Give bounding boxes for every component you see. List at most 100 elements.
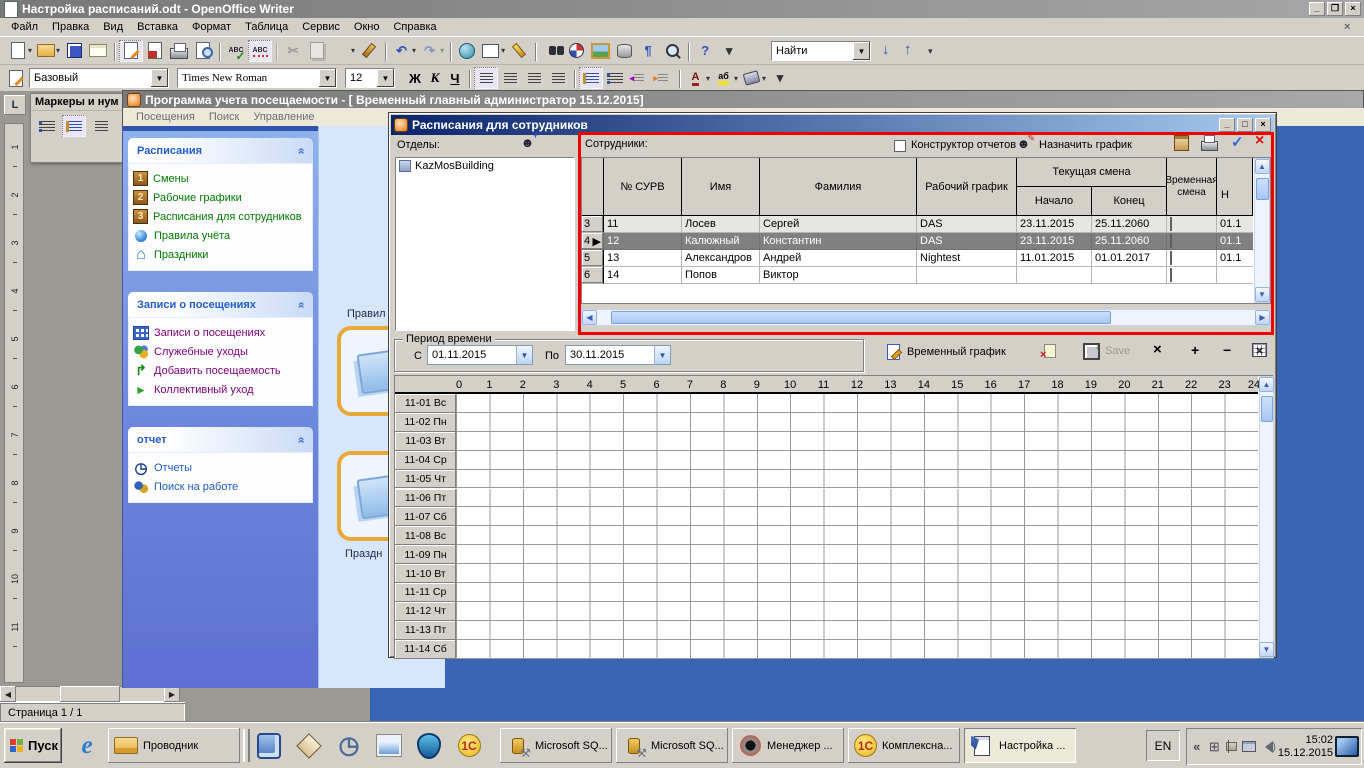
language-indicator[interactable]: EN: [1146, 730, 1180, 761]
clear-x-icon[interactable]: ×: [1153, 341, 1162, 358]
dropdown-icon[interactable]: ▼: [654, 346, 670, 364]
day-row[interactable]: [456, 470, 1258, 489]
report-builder-checkbox[interactable]: [894, 140, 906, 152]
writer-menu-item[interactable]: Правка: [45, 19, 96, 35]
undo-icon[interactable]: ↶▾: [390, 40, 418, 62]
day-row[interactable]: [456, 394, 1258, 413]
row-number-cell[interactable]: 5: [582, 250, 604, 267]
restore-icon[interactable]: ❐: [1327, 2, 1343, 16]
departments-listbox[interactable]: KazMosBuilding: [395, 157, 575, 331]
ie-icon[interactable]: e: [70, 730, 104, 761]
table-cell[interactable]: [1017, 267, 1092, 284]
export-pdf-icon[interactable]: [143, 40, 167, 62]
day-row[interactable]: [456, 602, 1258, 621]
data-sources-icon[interactable]: [612, 40, 636, 62]
font-size-combobox[interactable]: 12▼: [345, 68, 395, 88]
scroll-up-icon[interactable]: ▲: [1259, 377, 1274, 392]
taskbar-grip[interactable]: [243, 729, 250, 762]
dropdown-icon[interactable]: ▼: [516, 346, 532, 364]
department-person-icon[interactable]: [519, 134, 536, 150]
temp-shift-checkbox[interactable]: [1170, 217, 1172, 231]
table-cell[interactable]: Константин: [760, 233, 917, 250]
grid-vertical-scrollbar[interactable]: ▲ ▼: [1259, 376, 1274, 658]
print-icon[interactable]: [167, 40, 191, 62]
table-cell[interactable]: 23.11.2015: [1017, 216, 1092, 233]
day-row[interactable]: [456, 583, 1258, 602]
save-icon[interactable]: [62, 40, 86, 62]
vertical-ruler[interactable]: 1234567891011: [4, 123, 24, 683]
increase-indent-icon[interactable]: [651, 67, 675, 89]
table-cell[interactable]: 12: [604, 233, 682, 250]
table-cell[interactable]: 11.01.2015: [1017, 250, 1092, 267]
find-previous-icon[interactable]: ↑: [904, 41, 912, 58]
hyperlink-icon[interactable]: [455, 40, 479, 62]
table-cell[interactable]: 25.11.2060: [1092, 233, 1167, 250]
writer-menu-item[interactable]: Сервис: [295, 19, 347, 35]
sidebar-item[interactable]: ►Коллективный уход: [133, 380, 308, 399]
table-cell[interactable]: 11: [604, 216, 682, 233]
assign-schedule-icon[interactable]: [1015, 135, 1032, 151]
day-row[interactable]: [456, 545, 1258, 564]
sidebar-item[interactable]: Правила учёта: [133, 226, 308, 245]
numbering-icon[interactable]: [579, 67, 603, 89]
scroll-left-icon[interactable]: ◀: [582, 310, 597, 325]
table-cell[interactable]: Попов: [682, 267, 760, 284]
day-row[interactable]: [456, 451, 1258, 470]
day-row-header[interactable]: 11-01 Вс: [395, 394, 456, 413]
table-cell[interactable]: 25.11.2060: [1092, 216, 1167, 233]
task-button[interactable]: 1СКомплексна...: [848, 728, 960, 763]
column-header[interactable]: Имя: [682, 158, 760, 216]
dropdown-icon[interactable]: ▼: [151, 69, 168, 87]
table-cell[interactable]: 14: [604, 267, 682, 284]
bold-button[interactable]: Ж: [405, 71, 425, 86]
day-row[interactable]: [456, 621, 1258, 640]
table-row[interactable]: 4▶12КалюжныйКонстантинDAS23.11.201525.11…: [582, 233, 1253, 250]
sidebar-item[interactable]: ↱Добавить посещаемость: [133, 361, 308, 380]
table-cell[interactable]: Андрей: [760, 250, 917, 267]
temp-shift-cell[interactable]: [1167, 216, 1217, 233]
writer-menu-item[interactable]: Таблица: [238, 19, 295, 35]
image-icon[interactable]: [372, 730, 406, 761]
toolbar-options-icon[interactable]: ▾: [717, 40, 741, 62]
scroll-down-icon[interactable]: ▼: [1255, 287, 1270, 302]
bullets-icon[interactable]: [35, 115, 59, 137]
background-color-icon[interactable]: ▾: [740, 67, 768, 89]
table-cell[interactable]: 01.01.2017: [1092, 250, 1167, 267]
1c-icon[interactable]: 1С: [452, 730, 486, 761]
app-menu-item[interactable]: Поиск: [202, 109, 246, 125]
table-cell[interactable]: Лосев: [682, 216, 760, 233]
day-row-header[interactable]: 11-04 Ср: [395, 451, 456, 470]
styles-icon[interactable]: [6, 69, 25, 87]
day-row[interactable]: [456, 507, 1258, 526]
day-row-header[interactable]: 11-05 Чт: [395, 470, 456, 489]
row-number-cell[interactable]: 6: [582, 267, 604, 284]
align-left-icon[interactable]: [89, 115, 113, 137]
schedule-grid[interactable]: 0123456789101112131415161718192021222324…: [394, 375, 1273, 659]
day-row[interactable]: [456, 640, 1258, 659]
table-cell[interactable]: 01.1: [1217, 216, 1253, 233]
ruler-corner[interactable]: L: [4, 95, 26, 115]
writer-menu-item[interactable]: Окно: [347, 19, 387, 35]
scroll-down-icon[interactable]: ▼: [1259, 642, 1274, 657]
table-cell[interactable]: [917, 267, 1017, 284]
add-plus-icon[interactable]: +: [1191, 342, 1199, 358]
scroll-right-icon[interactable]: ▶: [1255, 310, 1270, 325]
day-row[interactable]: [456, 432, 1258, 451]
numbering-icon[interactable]: [62, 115, 86, 137]
app-menu-item[interactable]: Посещения: [129, 109, 202, 125]
horizontal-scrollbar[interactable]: ◀ ▶: [0, 686, 180, 702]
day-row-header[interactable]: 11-08 Вс: [395, 526, 456, 545]
edit-file-icon[interactable]: [119, 40, 143, 62]
window-panes-icon[interactable]: ⊞: [1207, 737, 1223, 756]
sub-column-header[interactable]: Конец: [1092, 187, 1167, 216]
period-to-datepicker[interactable]: 30.11.2015▼: [565, 345, 671, 365]
table-cell[interactable]: Nightest: [917, 250, 1017, 267]
table-cell[interactable]: Виктор: [760, 267, 917, 284]
tray-collapse-icon[interactable]: «: [1189, 737, 1205, 756]
writer-menu-item[interactable]: Формат: [185, 19, 238, 35]
decrease-indent-icon[interactable]: [627, 67, 651, 89]
temp-shift-checkbox[interactable]: [1170, 268, 1172, 282]
find-replace-icon[interactable]: [540, 40, 564, 62]
table-cell[interactable]: Калюжный: [682, 233, 760, 250]
column-header[interactable]: № СУРВ: [604, 158, 682, 216]
